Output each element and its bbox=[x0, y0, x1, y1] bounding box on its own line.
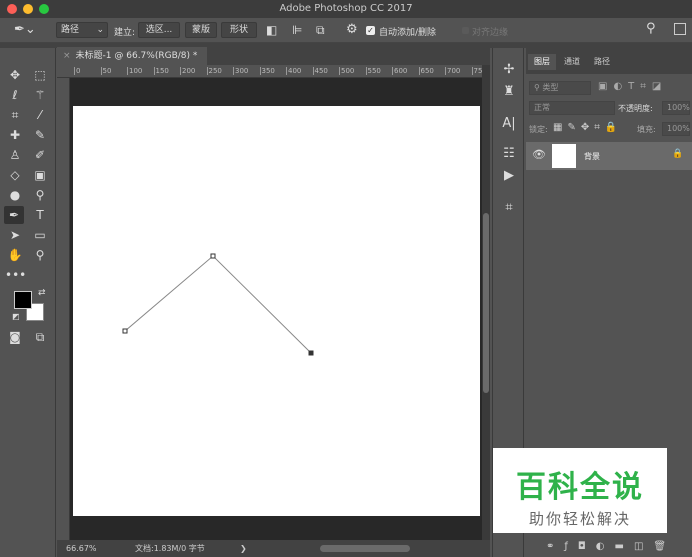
lock-icons[interactable]: ▦✎✥⌗🔒 bbox=[553, 122, 622, 133]
layer-name[interactable]: 背景 bbox=[584, 151, 600, 162]
document-info: 文档:1.83M/0 字节 bbox=[135, 544, 205, 553]
plugin-icon[interactable]: ✢ bbox=[501, 62, 517, 78]
opacity-label: 不透明度: bbox=[618, 104, 653, 113]
blend-mode-select[interactable]: 正常 bbox=[529, 101, 615, 115]
layer-row[interactable]: 👁 背景 🔒 bbox=[526, 142, 692, 170]
anchor-point-selected[interactable] bbox=[308, 350, 314, 356]
zoom-level[interactable]: 66.67% bbox=[66, 540, 97, 557]
watermark: 百科全说 助你轻松解决 bbox=[493, 448, 667, 533]
status-menu-arrow[interactable]: ❯ bbox=[240, 540, 247, 557]
watermark-title: 百科全说 bbox=[516, 470, 644, 505]
layer-actions-bar[interactable]: ⚭ƒ◘◐▬◫🗑 bbox=[526, 536, 692, 557]
layer-thumbnail bbox=[552, 144, 576, 168]
lock-icon: 🔒 bbox=[672, 149, 684, 159]
status-bar: 66.67% 文档:1.83M/0 字节 ❯ bbox=[57, 540, 490, 557]
fill-label: 填充: bbox=[637, 125, 656, 134]
filter-icons[interactable]: ▣◐T⌗◪ bbox=[598, 81, 667, 92]
watermark-subtitle: 助你轻松解决 bbox=[528, 510, 631, 528]
horizontal-scroll-thumb[interactable] bbox=[320, 545, 410, 552]
vertical-scroll-thumb[interactable] bbox=[483, 213, 489, 393]
play-actions-icon[interactable]: ▶ bbox=[501, 168, 517, 184]
filter-kind-value: 类型 bbox=[542, 83, 559, 92]
anchor-point[interactable] bbox=[210, 253, 216, 259]
character-panel-icon[interactable]: A| bbox=[501, 116, 517, 132]
visibility-eye-icon[interactable]: 👁 bbox=[532, 148, 546, 161]
tab-paths[interactable]: 路径 bbox=[588, 54, 616, 70]
lock-label: 锁定: bbox=[529, 125, 548, 134]
vertical-scrollbar[interactable] bbox=[482, 65, 490, 540]
notification-icon[interactable]: ♜ bbox=[501, 84, 517, 100]
fill-field[interactable]: 100% bbox=[662, 122, 690, 136]
anchor-point[interactable] bbox=[122, 328, 128, 334]
tab-channels[interactable]: 通道 bbox=[558, 54, 586, 70]
opacity-field[interactable]: 100% bbox=[662, 101, 690, 115]
layer-filter-select[interactable]: ⚲ 类型 bbox=[529, 81, 591, 95]
tab-layers[interactable]: 图层 bbox=[528, 54, 556, 70]
paragraph-panel-icon[interactable]: ☷ bbox=[501, 146, 517, 162]
path-segment bbox=[124, 255, 312, 354]
crop-panel-icon[interactable]: ⌗ bbox=[501, 200, 517, 216]
